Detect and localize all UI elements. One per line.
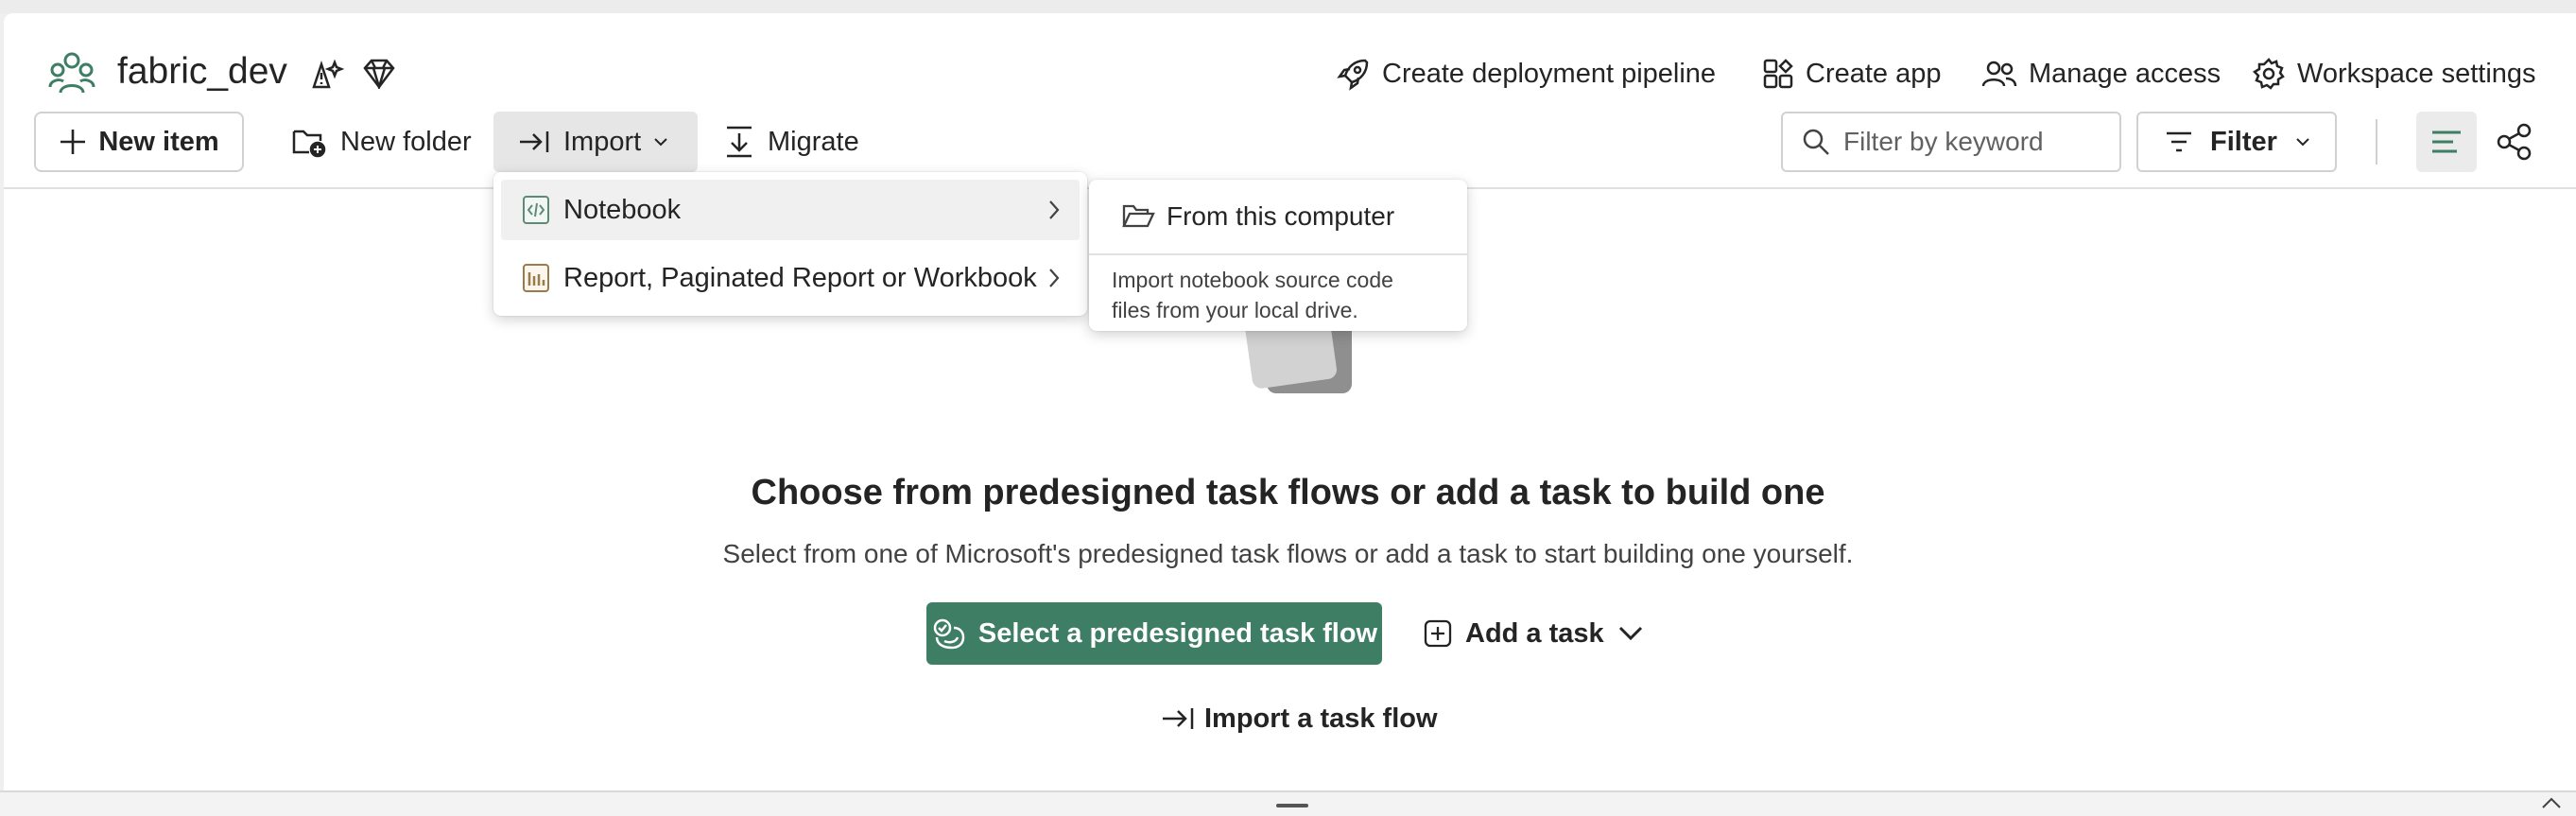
manage-access-button[interactable]: Manage access (1981, 55, 2221, 93)
bottom-bar (0, 790, 2576, 816)
submenu-description-line2: files from your local drive. (1112, 298, 1358, 322)
add-square-icon (1424, 619, 1452, 648)
submenu-description: Import notebook source code files from y… (1089, 255, 1467, 325)
filter-keyword-placeholder: Filter by keyword (1843, 127, 2044, 156)
chevron-down-icon (654, 138, 667, 147)
chevron-right-icon (1049, 200, 1060, 219)
lineage-icon (2497, 123, 2532, 161)
notebook-submenu: From this computer Import notebook sourc… (1089, 180, 1467, 331)
workspace-people-icon (47, 49, 96, 103)
import-task-flow-button[interactable]: Import a task flow (1161, 698, 1438, 739)
search-icon (1803, 129, 1829, 155)
people-icon (1981, 61, 2017, 87)
create-app-button[interactable]: Create app (1762, 55, 1942, 93)
resize-handle[interactable] (1276, 804, 1308, 807)
empty-state-title: Choose from predesigned task flows or ad… (751, 473, 1825, 512)
top-strip (0, 0, 2576, 13)
select-predesigned-task-flow-label: Select a predesigned task flow (977, 617, 1378, 649)
lineage-view-button[interactable] (2496, 123, 2533, 165)
notebook-icon (523, 196, 549, 224)
toolbar-separator (2376, 119, 2377, 165)
from-this-computer-item[interactable]: From this computer (1089, 180, 1467, 253)
task-flow-icon (933, 618, 965, 650)
menu-item-report[interactable]: Report, Paginated Report or Workbook (501, 248, 1080, 308)
new-item-label: New item (98, 126, 219, 157)
create-deployment-pipeline-button[interactable]: Create deployment pipeline (1337, 55, 1716, 93)
create-app-label: Create app (1806, 58, 1942, 89)
workspace-settings-button[interactable]: Workspace settings (2252, 55, 2536, 93)
migrate-icon (727, 126, 752, 158)
import-label: Import (563, 126, 642, 157)
notebook-label: Notebook (563, 194, 682, 225)
import-arrow-icon (520, 131, 549, 152)
filter-keyword-input[interactable]: Filter by keyword (1781, 112, 2121, 172)
import-arrow-icon (1163, 708, 1194, 729)
manage-access-label: Manage access (2029, 58, 2222, 89)
filter-lines-icon (2165, 130, 2193, 153)
import-button[interactable]: Import (493, 112, 698, 172)
plus-icon (61, 130, 86, 154)
gear-icon (2252, 58, 2285, 90)
select-predesigned-task-flow-button[interactable]: Select a predesigned task flow (926, 602, 1382, 665)
add-task-button[interactable]: Add a task (1424, 613, 1644, 654)
import-task-flow-label: Import a task flow (1204, 703, 1438, 734)
new-folder-button[interactable]: New folder (291, 112, 472, 172)
from-this-computer-label: From this computer (1167, 201, 1395, 231)
empty-state-subtitle: Select from one of Microsoft's predesign… (722, 539, 1854, 568)
open-folder-icon (1122, 204, 1155, 228)
premium-diamond-icon[interactable] (362, 59, 396, 94)
menu-item-notebook[interactable]: Notebook (501, 180, 1080, 240)
list-view-button[interactable] (2416, 112, 2477, 172)
filter-label: Filter (2210, 126, 2277, 157)
fabric-sparkle-warning-icon[interactable] (308, 59, 346, 97)
migrate-button[interactable]: Migrate (724, 112, 859, 172)
chevron-down-icon (2294, 136, 2311, 148)
submenu-description-line1: Import notebook source code (1112, 268, 1393, 292)
workspace-title: fabric_dev (117, 51, 287, 92)
list-view-icon (2432, 130, 2461, 153)
filter-button[interactable]: Filter (2136, 112, 2337, 172)
report-icon (523, 264, 549, 292)
new-folder-label: New folder (340, 126, 472, 157)
app-icon (1763, 59, 1793, 89)
workspace-settings-label: Workspace settings (2297, 58, 2536, 89)
chevron-right-icon (1049, 269, 1060, 287)
new-folder-icon (292, 130, 326, 158)
rocket-icon (1337, 59, 1369, 91)
chevron-down-icon (1618, 626, 1642, 641)
create-deployment-pipeline-label: Create deployment pipeline (1382, 58, 1717, 89)
new-item-button[interactable]: New item (34, 112, 244, 172)
add-task-label: Add a task (1465, 617, 1604, 649)
chevron-up-icon[interactable] (2540, 796, 2563, 809)
migrate-label: Migrate (768, 126, 859, 157)
report-label: Report, Paginated Report or Workbook (563, 262, 1037, 293)
import-menu: Notebook Report, Paginated Report or Wor… (493, 172, 1087, 316)
